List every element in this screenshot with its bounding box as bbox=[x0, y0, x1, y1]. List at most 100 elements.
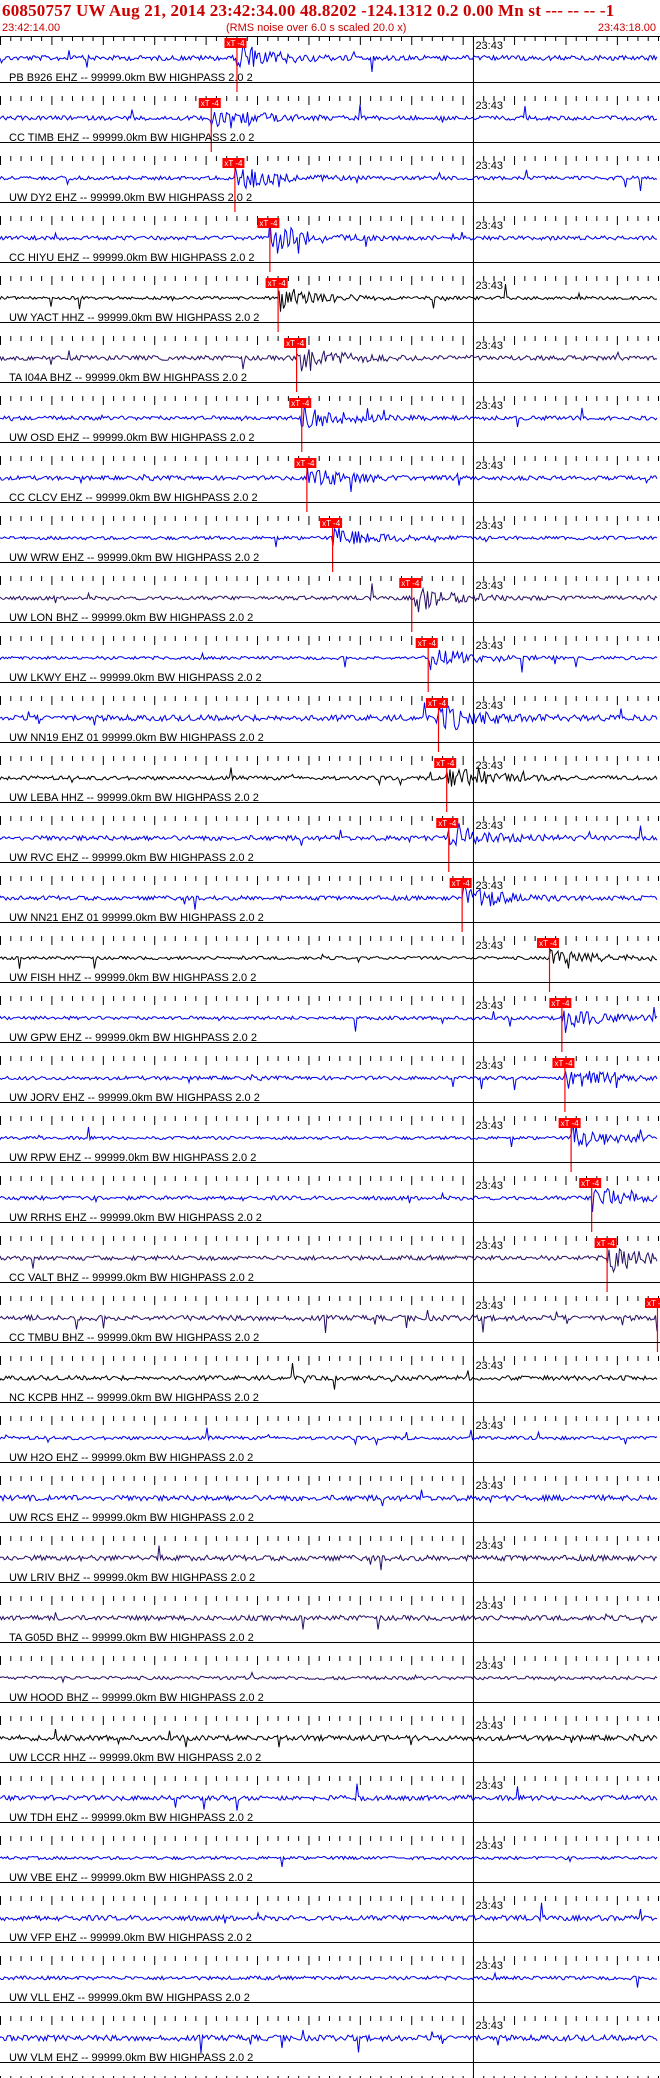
minute-tick-label: 23:43 bbox=[475, 280, 503, 292]
trace-row: 23:43xT -4TA G05D BHZ -- 99999.0km BW HI… bbox=[0, 1596, 660, 1656]
minute-tick-label: 23:43 bbox=[475, 1360, 503, 1372]
station-label: UW LCCR HHZ -- 99999.0km BW HIGHPASS 2.0… bbox=[9, 1752, 261, 1764]
station-label: UW LEBA HHZ -- 99999.0km BW HIGHPASS 2.0… bbox=[9, 792, 259, 804]
trace-row: 23:43 UW VBE EHZ -- 99999.0km BW HIGHPASS… bbox=[0, 1836, 660, 1896]
station-label: UW GPW EHZ -- 99999.0km BW HIGHPASS 2.0 … bbox=[9, 1032, 257, 1044]
pick-label: xT -4 bbox=[291, 399, 310, 408]
minute-tick-label: 23:43 bbox=[475, 220, 503, 232]
trace-row: 23:43 xT -4 PB B926 EHZ -- 99999.0km BW HI… bbox=[0, 36, 660, 96]
station-label: NC KCPB HHZ -- 99999.0km BW HIGHPASS 2.0… bbox=[9, 1392, 259, 1404]
waveform bbox=[0, 1121, 658, 1148]
waveform bbox=[0, 583, 658, 613]
pick-label: xT -4 bbox=[259, 219, 278, 228]
pick-label: xT -4 bbox=[597, 1239, 616, 1248]
trace-row: 23:43 xT -4 UW GPW EHZ -- 99999.0km BW HIG… bbox=[0, 996, 660, 1056]
waveform bbox=[0, 1729, 658, 1748]
minute-tick-label: 23:43 bbox=[475, 940, 503, 952]
station-label: UW RVC EHZ -- 99999.0km BW HIGHPASS 2.0 … bbox=[9, 852, 254, 864]
minute-tick-label: 23:43 bbox=[475, 1240, 503, 1252]
minute-tick-label: 23:43 bbox=[475, 1840, 503, 1852]
trace-row: 23:43 xT -4 UW NN19 EHZ 01 99999.0km BW HI… bbox=[0, 696, 660, 756]
minute-tick-label: 23:43 bbox=[475, 460, 503, 472]
station-label: UW LRIV BHZ -- 99999.0km BW HIGHPASS 2.0… bbox=[9, 1572, 255, 1584]
station-label: UW LON BHZ -- 99999.0km BW HIGHPASS 2.0 … bbox=[9, 612, 253, 624]
minute-tick-label: 23:43 bbox=[475, 1120, 503, 1132]
waveform bbox=[0, 284, 658, 312]
minute-tick-label: 23:43 bbox=[475, 640, 503, 652]
waveform bbox=[0, 1489, 658, 1507]
minute-tick-label: 23:43 bbox=[475, 1480, 503, 1492]
station-label: UW JORV EHZ -- 99999.0km BW HIGHPASS 2.0… bbox=[9, 1092, 260, 1104]
trace-row: 23:43 xT -4 UW LKWY EHZ -- 99999.0km BW HI… bbox=[0, 636, 660, 696]
minute-tick-label: 23:43 bbox=[475, 160, 503, 172]
minute-tick-label: 23:43 bbox=[475, 40, 503, 52]
waveform bbox=[0, 823, 658, 847]
rms-note: (RMS noise over 6.0 s scaled 20.0 x) bbox=[226, 22, 407, 34]
pick-label: xT -4 bbox=[452, 879, 471, 888]
minute-tick-label: 23:43 bbox=[475, 2020, 503, 2032]
station-label: CC TMBU BHZ -- 99999.0km BW HIGHPASS 2.0… bbox=[9, 1332, 259, 1344]
pick-label: xT -4 bbox=[322, 519, 341, 528]
waveform bbox=[0, 1007, 658, 1033]
trace-row: 23:43 xT -4 CC TIMB EHZ -- 99999.0km BW HI… bbox=[0, 96, 660, 156]
trace-row: 23:43 UW LCCR HHZ -- 99999.0km BW HIGHPAS… bbox=[0, 1716, 660, 1776]
station-label: UW OSD EHZ -- 99999.0km BW HIGHPASS 2.0 … bbox=[9, 432, 255, 444]
station-label: UW YACT HHZ -- 99999.0km BW HIGHPASS 2.0… bbox=[9, 312, 259, 324]
minute-tick-label: 23:43 bbox=[475, 1420, 503, 1432]
waveform bbox=[0, 1902, 658, 1924]
station-label: UW TDH EHZ -- 99999.0km BW HIGHPASS 2.0 … bbox=[9, 1812, 253, 1824]
plot-header: 60850757 UW Aug 21, 2014 23:42:34.00 48.… bbox=[0, 0, 660, 40]
waveform bbox=[0, 1612, 658, 1630]
pick-label: xT -4 bbox=[268, 279, 287, 288]
waveform bbox=[0, 767, 658, 787]
trace-row: 23:43 xT -4 UW JORV EHZ -- 99999.0km BW HI… bbox=[0, 1056, 660, 1116]
minute-tick-label: 23:43 bbox=[475, 1660, 503, 1672]
minute-tick-label: 23:43 bbox=[475, 1060, 503, 1072]
pick-label: xT -4 bbox=[401, 579, 420, 588]
trace-row: 23:43 xT -4 CC VALT BHZ -- 99999.0km BW HI… bbox=[0, 1236, 660, 1296]
waveform bbox=[0, 2029, 658, 2054]
waveform bbox=[0, 1783, 658, 1811]
minute-tick-label: 23:43 bbox=[475, 340, 503, 352]
trace-row: 23:43 xT -4 CC TMBU BHZ -- 99999.0km BW HI… bbox=[0, 1296, 660, 1356]
trace-row: 23:43 UW HOOD BHZ -- 99999.0km BW HIGHPAS… bbox=[0, 1656, 660, 1716]
trace-row: 23:43 xT -4 UW DY2 EHZ -- 99999.0km BW HIG… bbox=[0, 156, 660, 216]
pick-label: xT -4 bbox=[438, 819, 457, 828]
pick-label: xT -4 bbox=[554, 1059, 573, 1068]
minute-tick-label: 23:43 bbox=[475, 1600, 503, 1612]
trace-row: 23:43 xT -4 UW RRHS EHZ -- 99999.0km BW HI… bbox=[0, 1176, 660, 1236]
pick-label: xT -4 bbox=[581, 1179, 600, 1188]
station-label: CC TIMB EHZ -- 99999.0km BW HIGHPASS 2.0… bbox=[9, 132, 254, 144]
trace-row: 23:43 xT -4 UW FISH HHZ -- 99999.0km BW HI… bbox=[0, 936, 660, 996]
pick-label: xT -4 bbox=[539, 939, 558, 948]
minute-tick-label: 23:43 bbox=[475, 1780, 503, 1792]
station-label: UW DY2 EHZ -- 99999.0km BW HIGHPASS 2.0 … bbox=[9, 192, 252, 204]
station-label: UW NN19 EHZ 01 99999.0km BW HIGHPASS 2.0… bbox=[9, 732, 264, 744]
seismogram-plot: 23:43 xT -4 PB B926 EHZ -- 99999.0km BW HI… bbox=[0, 36, 660, 2078]
station-label: PB B926 EHZ -- 99999.0km BW HIGHPASS 2.0… bbox=[9, 72, 253, 84]
waveform bbox=[0, 527, 658, 548]
minute-tick-label: 23:43 bbox=[475, 1720, 503, 1732]
waveform bbox=[0, 219, 657, 254]
pick-label: xT -4 bbox=[286, 339, 305, 348]
station-label: CC HIYU EHZ -- 99999.0km BW HIGHPASS 2.0… bbox=[9, 252, 255, 264]
trace-row: 23:43 UW VLM EHZ -- 99999.0km BW HIGHPASS… bbox=[0, 2016, 660, 2076]
minute-tick-label: 23:43 bbox=[475, 520, 503, 532]
trace-row: 23:43 xT -4 CC HIYU EHZ -- 99999.0km BW HI… bbox=[0, 216, 660, 276]
minute-tick-label: 23:43 bbox=[475, 700, 503, 712]
minute-tick-label: 23:43 bbox=[475, 580, 503, 592]
station-label: UW VFP EHZ -- 99999.0km BW HIGHPASS 2.0 … bbox=[9, 1932, 252, 1944]
station-label: TA G05D BHZ -- 99999.0km BW HIGHPASS 2.0… bbox=[9, 1632, 254, 1644]
waveform bbox=[0, 403, 658, 429]
trace-row: 23:43 xT -4 UW RPW EHZ -- 99999.0km BW HIG… bbox=[0, 1116, 660, 1176]
waveform bbox=[0, 702, 658, 731]
station-label: UW RRHS EHZ -- 99999.0km BW HIGHPASS 2.0… bbox=[9, 1212, 262, 1224]
station-label: UW VLL EHZ -- 99999.0km BW HIGHPASS 2.0 … bbox=[9, 1992, 250, 2004]
trace-row: 23:43 xT -4 UW RVC EHZ -- 99999.0km BW HIG… bbox=[0, 816, 660, 876]
minute-tick-label: 23:43 bbox=[475, 1900, 503, 1912]
waveform bbox=[0, 1070, 658, 1091]
station-label: UW HOOD BHZ -- 99999.0km BW HIGHPASS 2.0… bbox=[9, 1692, 264, 1704]
station-label: UW WRW EHZ -- 99999.0km BW HIGHPASS 2.0 … bbox=[9, 552, 259, 564]
start-time-label: 23:42:14.00 bbox=[2, 22, 61, 34]
minute-tick-label: 23:43 bbox=[475, 1960, 503, 1972]
